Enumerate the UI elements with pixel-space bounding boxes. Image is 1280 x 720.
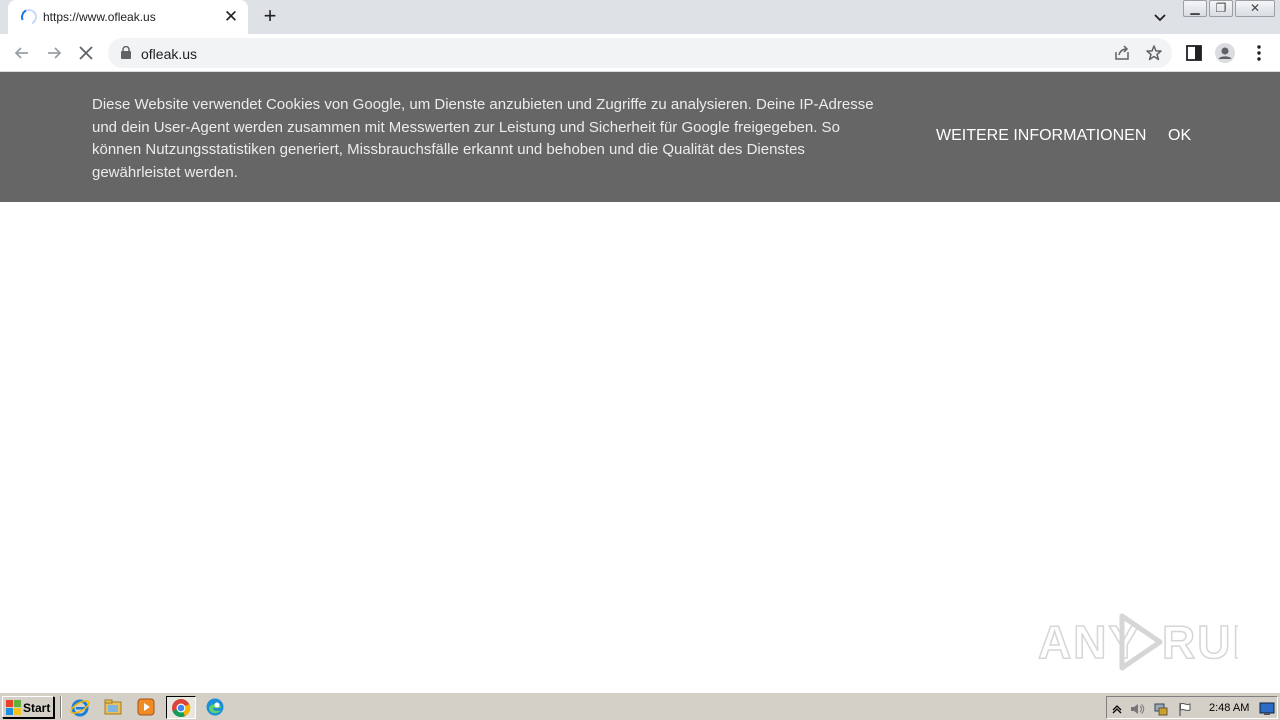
media-player-icon[interactable] [136,697,156,717]
action-center-flag-icon[interactable] [1177,701,1193,717]
new-tab-icon[interactable]: + [259,5,281,27]
clock[interactable]: 2:48 AM [1209,702,1249,714]
cookie-banner: Diese Website verwendet Cookies von Goog… [0,72,1280,202]
chrome-taskbar-button[interactable] [166,696,196,719]
edge-icon[interactable] [205,697,225,717]
chrome-icon [172,699,191,717]
explorer-icon[interactable] [103,697,123,717]
ok-button[interactable]: OK [1168,127,1191,145]
forward-icon[interactable] [43,42,65,64]
url-text[interactable]: ofleak.us [141,46,197,62]
anyrun-watermark-logo: ANY RUN [1038,613,1238,671]
side-panel-icon[interactable] [1184,43,1204,63]
network-icon[interactable] [1153,701,1169,717]
window-close-icon[interactable]: ✕ [1235,0,1275,17]
cookie-message: Diese Website verwendet Cookies von Goog… [92,96,874,181]
tab-active[interactable]: https://www.ofleak.us ✕ [8,0,248,34]
taskbar: Start 2:48 AM [0,692,1280,720]
svg-text:ANY: ANY [1038,616,1141,668]
menu-icon[interactable] [1249,43,1269,63]
taskbar-separator [60,696,62,718]
show-desktop-icon[interactable] [1259,701,1275,717]
lock-icon[interactable] [120,46,132,59]
window-controls: ▁ ❐ ✕ [1183,0,1277,17]
tab-title: https://www.ofleak.us [43,10,156,24]
bookmark-star-icon[interactable] [1145,44,1163,62]
more-info-link[interactable]: WEITERE INFORMATIONEN [936,127,1146,145]
minimize-icon[interactable]: ▁ [1183,0,1207,17]
volume-icon[interactable] [1129,701,1145,717]
share-icon[interactable] [1113,44,1131,62]
start-button[interactable]: Start [2,696,54,718]
profile-icon[interactable] [1215,43,1235,63]
tab-search-chevron-icon[interactable] [1151,8,1169,26]
loading-spinner-icon [18,6,40,28]
tab-close-icon[interactable]: ✕ [222,8,240,26]
address-bar[interactable]: ofleak.us [108,38,1172,68]
page-viewport: Diese Website verwendet Cookies von Goog… [0,72,1280,692]
system-tray [1106,696,1278,719]
stop-icon[interactable] [75,42,97,64]
svg-text:RUN: RUN [1162,616,1238,668]
tray-expand-icon[interactable] [1109,701,1125,717]
start-label: Start [23,701,51,715]
ie-icon[interactable] [70,697,90,717]
browser-toolbar: ofleak.us [0,34,1280,72]
back-icon[interactable] [11,42,33,64]
tab-strip: https://www.ofleak.us ✕ + ▁ ❐ ✕ [0,0,1280,34]
windows-logo-icon [6,700,21,715]
restore-icon[interactable]: ❐ [1209,0,1233,17]
